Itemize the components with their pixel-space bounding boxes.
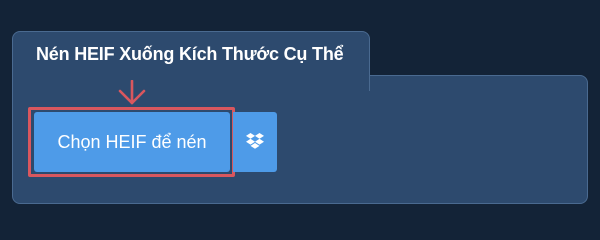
tab-joint xyxy=(13,70,369,82)
dropbox-icon xyxy=(246,133,264,149)
tab-title: Nén HEIF Xuống Kích Thước Cụ Thể xyxy=(36,44,344,64)
choose-heif-button[interactable]: Chọn HEIF để nén xyxy=(34,112,230,172)
dropbox-button[interactable] xyxy=(233,112,277,172)
arrow-down-icon xyxy=(118,80,146,105)
